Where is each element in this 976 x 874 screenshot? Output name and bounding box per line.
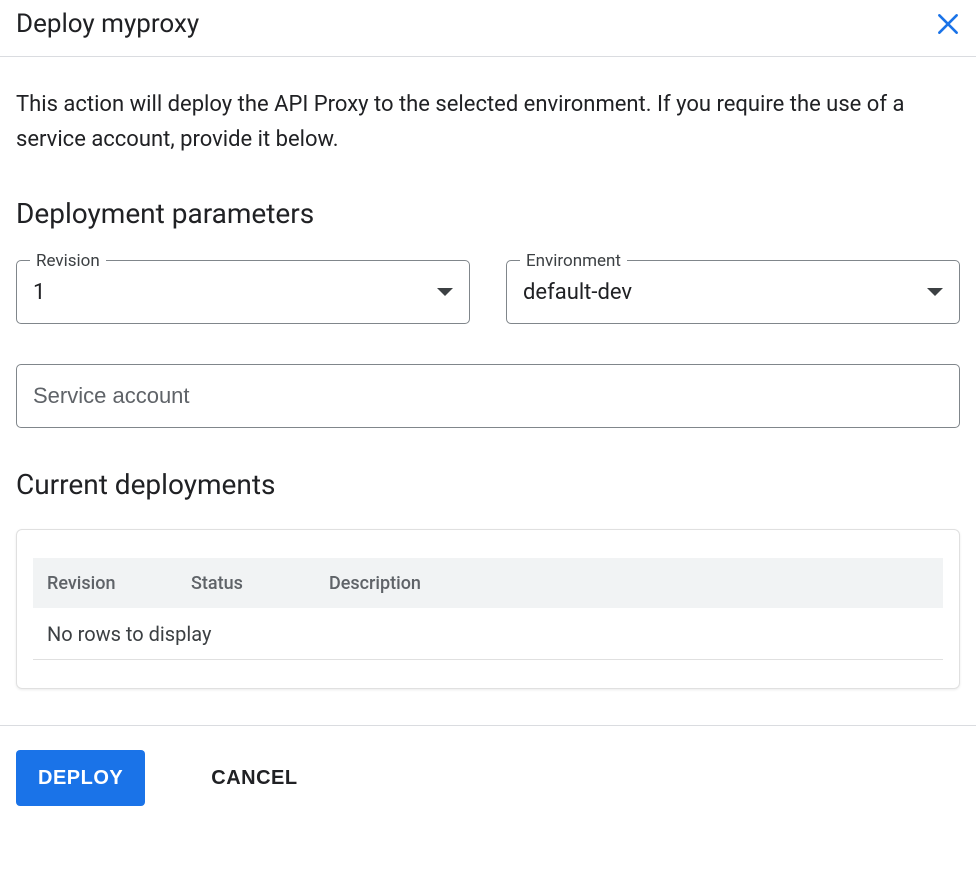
revision-select[interactable]: Revision 1	[16, 260, 470, 324]
revision-label: Revision	[30, 251, 106, 271]
environment-value: default-dev	[523, 280, 927, 305]
dialog-content: This action will deploy the API Proxy to…	[0, 57, 976, 725]
deploy-button[interactable]: DEPLOY	[16, 750, 145, 806]
revision-field-wrap: Revision 1	[16, 260, 470, 324]
col-header-status: Status	[191, 573, 269, 594]
deployments-table-body: No rows to display	[33, 608, 943, 660]
current-deployments-title: Current deployments	[16, 468, 960, 501]
parameters-row: Revision 1 Environment default-dev	[16, 260, 960, 324]
deployments-table-card: Revision Status Description No rows to d…	[16, 529, 960, 689]
service-account-field-wrap	[16, 364, 960, 428]
close-button[interactable]	[928, 4, 968, 44]
environment-label: Environment	[520, 251, 627, 271]
cancel-button[interactable]: CANCEL	[189, 750, 319, 806]
empty-message: No rows to display	[47, 622, 211, 646]
environment-field-wrap: Environment default-dev	[506, 260, 960, 324]
revision-value: 1	[33, 280, 437, 305]
dialog-footer: DEPLOY CANCEL	[0, 725, 976, 810]
service-account-field[interactable]	[16, 364, 960, 428]
service-account-input[interactable]	[33, 365, 943, 427]
service-account-row	[16, 364, 960, 428]
chevron-down-icon	[927, 288, 943, 296]
chevron-down-icon	[437, 288, 453, 296]
deployments-table-head: Revision Status Description	[33, 558, 943, 608]
col-header-revision: Revision	[47, 573, 131, 594]
dialog-title: Deploy myproxy	[16, 9, 199, 39]
deployment-parameters-title: Deployment parameters	[16, 197, 960, 230]
environment-select[interactable]: Environment default-dev	[506, 260, 960, 324]
close-icon	[935, 11, 961, 37]
dialog-description: This action will deploy the API Proxy to…	[16, 87, 960, 157]
dialog-header: Deploy myproxy	[0, 0, 976, 57]
col-header-description: Description	[329, 573, 929, 594]
